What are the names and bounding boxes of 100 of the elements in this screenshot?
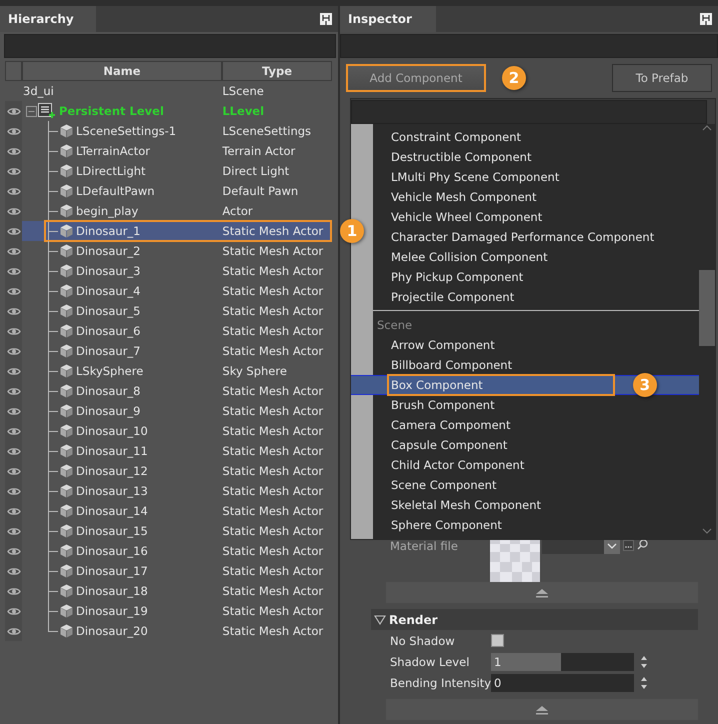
eye-icon[interactable] bbox=[6, 566, 20, 576]
node-type: Static Mesh Actor bbox=[221, 603, 324, 620]
tree-row[interactable]: Dinosaur_7 Static Mesh Actor bbox=[22, 341, 332, 361]
tree-row[interactable]: Dinosaur_5 Static Mesh Actor bbox=[22, 301, 332, 321]
tree-row[interactable]: Dinosaur_17 Static Mesh Actor bbox=[22, 561, 332, 581]
column-header[interactable]: Name bbox=[22, 61, 222, 81]
scrollbar-thumb[interactable] bbox=[699, 270, 715, 346]
search-field[interactable] bbox=[340, 34, 718, 58]
menu-item[interactable]: Camera Compoment bbox=[373, 415, 699, 435]
eye-icon[interactable] bbox=[6, 586, 20, 596]
menu-item[interactable]: Melee Collision Component bbox=[373, 247, 699, 267]
eye-icon[interactable] bbox=[6, 166, 20, 176]
eye-icon[interactable] bbox=[6, 446, 20, 456]
eye-icon[interactable] bbox=[6, 346, 20, 356]
menu-item[interactable]: Projectile Component bbox=[373, 287, 699, 307]
chevron-down-icon[interactable] bbox=[701, 527, 713, 535]
toolbar-button[interactable]: To Prefab bbox=[612, 64, 712, 92]
panel-tab[interactable]: Hierarchy bbox=[0, 6, 96, 32]
menu-item[interactable]: Scene Component bbox=[373, 475, 699, 495]
eye-icon[interactable] bbox=[6, 326, 20, 336]
tree-row[interactable]: Dinosaur_3 Static Mesh Actor bbox=[22, 261, 332, 281]
eye-icon[interactable] bbox=[6, 386, 20, 396]
menu-item[interactable]: Child Actor Component bbox=[373, 455, 699, 475]
menu-item[interactable]: Arrow Component bbox=[373, 335, 699, 355]
menu-item[interactable]: Box Component 3 bbox=[351, 375, 699, 395]
section-header[interactable]: Render bbox=[371, 609, 698, 630]
tree-row[interactable]: Dinosaur_2 Static Mesh Actor bbox=[22, 241, 332, 261]
tree-row[interactable]: Dinosaur_12 Static Mesh Actor bbox=[22, 461, 332, 481]
menu-item[interactable]: Vehicle Mesh Component bbox=[373, 187, 699, 207]
search-field[interactable] bbox=[4, 34, 336, 58]
menu-item[interactable]: Billboard Component bbox=[373, 355, 699, 375]
pin-icon[interactable] bbox=[320, 13, 332, 25]
menu-item[interactable]: Phy Pickup Component bbox=[373, 267, 699, 287]
tree-row[interactable]: Dinosaur_10 Static Mesh Actor bbox=[22, 421, 332, 441]
panel-tab[interactable]: Inspector bbox=[340, 6, 436, 32]
tree-row[interactable]: Dinosaur_13 Static Mesh Actor bbox=[22, 481, 332, 501]
eye-icon[interactable] bbox=[6, 486, 20, 496]
tree-row[interactable]: LSkySphere Sky Sphere bbox=[22, 361, 332, 381]
tree-row[interactable]: Dinosaur_18 Static Mesh Actor bbox=[22, 581, 332, 601]
eye-icon[interactable] bbox=[6, 226, 20, 236]
tree-row[interactable]: Dinosaur_6 Static Mesh Actor bbox=[22, 321, 332, 341]
menu-item[interactable]: Capsule Component bbox=[373, 435, 699, 455]
tree-row[interactable]: LDefaultPawn Default Pawn bbox=[22, 181, 332, 201]
menu-item[interactable]: LMulti Phy Scene Component bbox=[373, 167, 699, 187]
eye-icon[interactable] bbox=[6, 426, 20, 436]
eye-icon[interactable] bbox=[6, 546, 20, 556]
tree-row[interactable]: Dinosaur_8 Static Mesh Actor bbox=[22, 381, 332, 401]
tree-row[interactable]: Persistent Level LLevel bbox=[22, 101, 332, 121]
eye-icon[interactable] bbox=[6, 126, 20, 136]
eye-icon[interactable] bbox=[6, 466, 20, 476]
tree-row[interactable]: 3d_ui LScene bbox=[22, 81, 332, 101]
number-field[interactable]: 0 bbox=[491, 674, 634, 692]
menu-item[interactable]: Sphere Component bbox=[373, 515, 699, 535]
menu-item[interactable]: Skeletal Mesh Component bbox=[373, 495, 699, 515]
eye-icon[interactable] bbox=[6, 526, 20, 536]
tree-row[interactable]: LTerrainActor Terrain Actor bbox=[22, 141, 332, 161]
eye-icon[interactable] bbox=[6, 266, 20, 276]
eye-icon[interactable] bbox=[6, 286, 20, 296]
eye-icon[interactable] bbox=[6, 366, 20, 376]
tree-row[interactable]: LSceneSettings-1 LSceneSettings bbox=[22, 121, 332, 141]
menu-item[interactable]: Destructible Component bbox=[373, 147, 699, 167]
eye-icon[interactable] bbox=[6, 186, 20, 196]
collapse-icon[interactable] bbox=[26, 106, 37, 116]
node-name: Dinosaur_13 bbox=[76, 484, 148, 498]
eye-icon[interactable] bbox=[6, 406, 20, 416]
tree-row[interactable]: Dinosaur_20 Static Mesh Actor bbox=[22, 621, 332, 641]
eye-icon[interactable] bbox=[6, 306, 20, 316]
tree-row[interactable]: Dinosaur_4 Static Mesh Actor bbox=[22, 281, 332, 301]
tree-row[interactable]: Dinosaur_16 Static Mesh Actor bbox=[22, 541, 332, 561]
more-icon[interactable] bbox=[623, 540, 634, 551]
tree-row[interactable]: begin_play Actor bbox=[22, 201, 332, 221]
menu-item[interactable]: Vehicle Wheel Component bbox=[373, 207, 699, 227]
tree-row[interactable]: Dinosaur_19 Static Mesh Actor bbox=[22, 601, 332, 621]
eye-icon[interactable] bbox=[6, 146, 20, 156]
node-type: Default Pawn bbox=[221, 183, 300, 200]
pin-icon[interactable] bbox=[700, 13, 712, 25]
eye-icon[interactable] bbox=[6, 606, 20, 616]
number-field[interactable]: 1 bbox=[491, 652, 634, 670]
eye-icon[interactable] bbox=[6, 506, 20, 516]
chevron-up-icon[interactable] bbox=[701, 124, 713, 132]
scrollbar[interactable] bbox=[699, 124, 715, 539]
tree-row[interactable]: Dinosaur_14 Static Mesh Actor bbox=[22, 501, 332, 521]
menu-item[interactable]: Character Damaged Performance Component bbox=[373, 227, 699, 247]
spinner-icon[interactable] bbox=[640, 674, 648, 690]
menu-item[interactable]: Brush Component bbox=[373, 395, 699, 415]
tree-row[interactable]: LDirectLight Direct Light bbox=[22, 161, 332, 181]
eye-icon[interactable] bbox=[6, 626, 20, 636]
spinner-icon[interactable] bbox=[640, 654, 648, 670]
column-header[interactable]: Type bbox=[222, 61, 332, 81]
search-icon[interactable] bbox=[637, 539, 648, 550]
eye-icon[interactable] bbox=[6, 246, 20, 256]
toolbar-button[interactable]: Add Component bbox=[346, 64, 486, 92]
eye-icon[interactable] bbox=[6, 106, 20, 116]
tree-row[interactable]: Dinosaur_9 Static Mesh Actor bbox=[22, 401, 332, 421]
search-field[interactable] bbox=[351, 100, 707, 124]
tree-row[interactable]: Dinosaur_15 Static Mesh Actor bbox=[22, 521, 332, 541]
eye-icon[interactable] bbox=[6, 206, 20, 216]
menu-item[interactable]: Constraint Component bbox=[373, 127, 699, 147]
checkbox[interactable] bbox=[491, 634, 504, 647]
tree-row[interactable]: Dinosaur_11 Static Mesh Actor bbox=[22, 441, 332, 461]
